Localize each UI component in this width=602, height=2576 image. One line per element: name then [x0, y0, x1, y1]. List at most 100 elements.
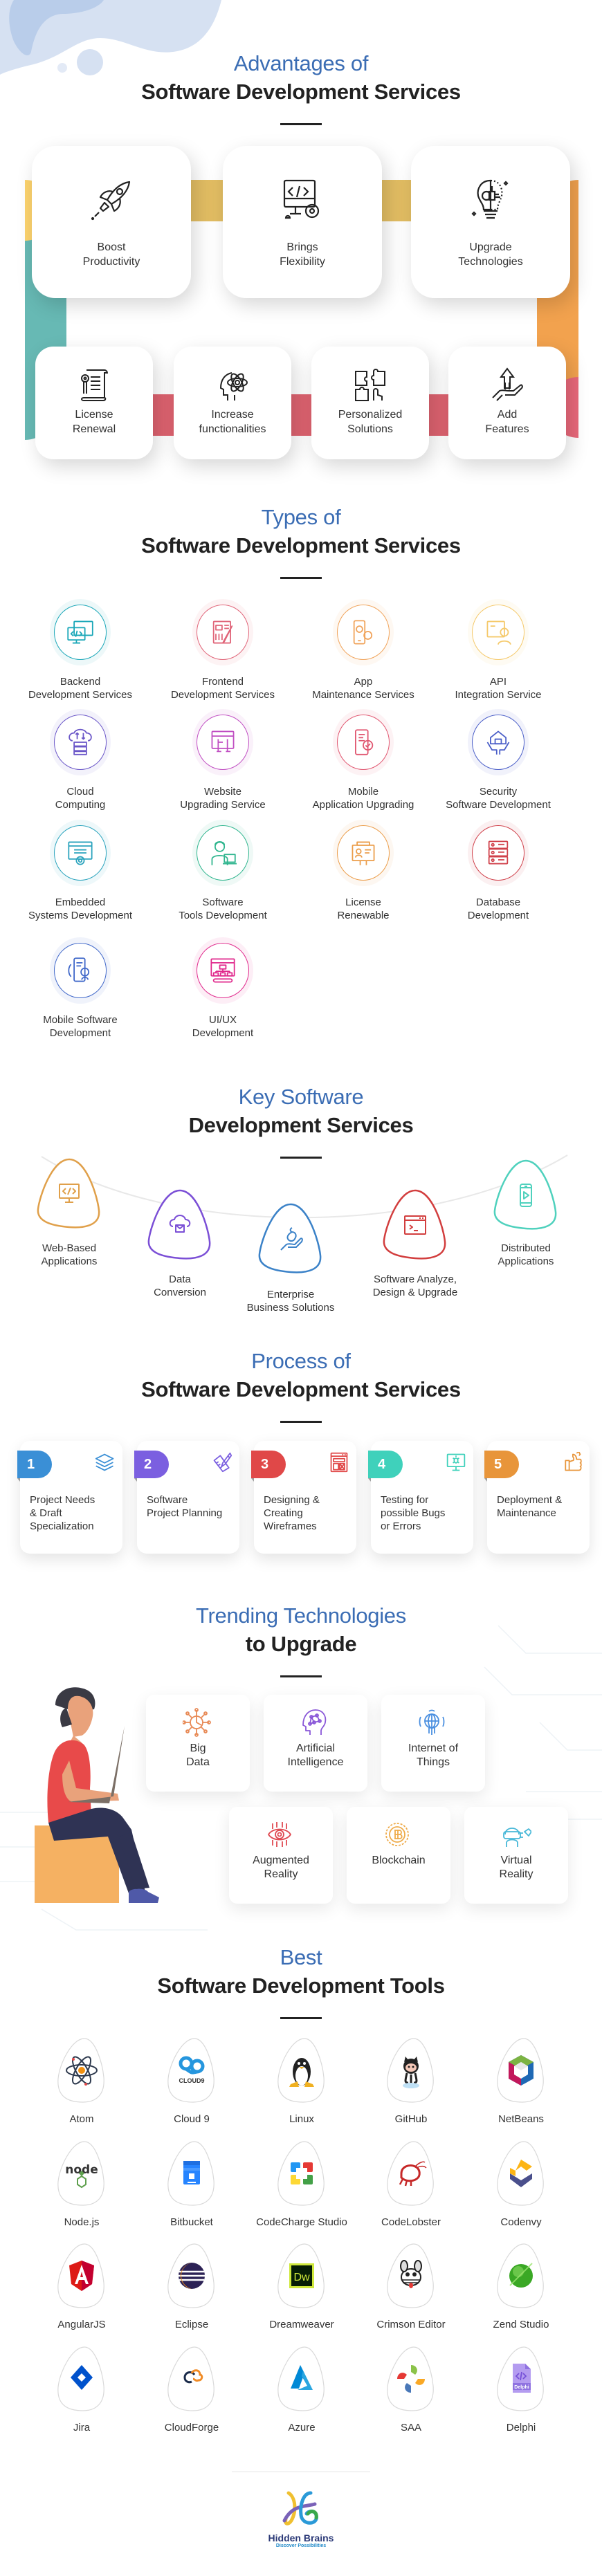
service-type-icon: [353, 620, 373, 645]
tool-item[interactable]: GitHub: [356, 2036, 466, 2126]
infographic-page: Advantages of Software Development Servi…: [0, 0, 602, 2576]
type-icon-ring: [472, 825, 525, 881]
key-service-shape: [383, 1189, 446, 1260]
types-title-line2: Software Development Services: [141, 533, 461, 558]
process-step-card: 4 Testing for possible Bugs or Errors: [368, 1441, 473, 1554]
advantage-card-brings-flexibility: Brings Flexibility: [223, 146, 382, 298]
type-icon-halo: [192, 937, 253, 1004]
trending-label-line2: Reality: [499, 1868, 533, 1880]
tool-item[interactable]: CodeLobster: [356, 2139, 466, 2229]
type-icon-halo: [50, 820, 111, 886]
key-services-title-line2: Development Services: [188, 1113, 414, 1137]
process-step-number: 3: [251, 1451, 286, 1482]
tool-item[interactable]: SAA: [356, 2344, 466, 2434]
tool-item[interactable]: CloudForge: [136, 2344, 247, 2434]
type-item: UI/UX Development: [154, 937, 292, 1040]
tool-item[interactable]: CLOUD9 Cloud 9: [136, 2036, 247, 2126]
brand-name: Hidden Brains: [268, 2532, 334, 2543]
process-step-label: Deployment & Maintenance: [497, 1493, 585, 1520]
brand-tagline: Discover Possibilities: [275, 2543, 327, 2548]
process-step-label-line: Project Planning: [147, 1507, 223, 1519]
certificate-scroll-icon: [81, 369, 109, 401]
advantage-label-line2: Flexibility: [280, 256, 325, 268]
type-icon-halo: [50, 709, 111, 775]
tool-item[interactable]: Zend Studio: [466, 2241, 576, 2331]
delphi-logo-icon: Delphi: [497, 2346, 544, 2411]
type-icon-ring: [54, 943, 107, 998]
lightbulb-circuit-icon: [471, 179, 509, 219]
type-label-line1: Embedded: [55, 896, 106, 908]
type-label-line1: Mobile: [347, 786, 379, 798]
type-label-line1: Database: [475, 896, 521, 908]
type-item: Database Development: [429, 820, 567, 922]
trending-label-line1: Virtual: [500, 1855, 532, 1866]
hidden-brains-logo-mark: [282, 2491, 318, 2526]
type-label-line2: Application Upgrading: [312, 799, 414, 811]
type-item: Software Tools Development: [154, 820, 292, 922]
type-label-line2: Development Services: [28, 689, 133, 701]
type-label-line2: Development Services: [170, 689, 275, 701]
hidden-brains-logo[interactable]: Hidden Brains Discover Possibilities: [266, 2490, 336, 2548]
type-icon-ring: [337, 605, 390, 660]
service-type-icon: [486, 730, 510, 755]
process-title-line2: Software Development Services: [141, 1377, 461, 1401]
trending-title-line1: Trending Technologies: [196, 1603, 406, 1628]
service-type-icon: [486, 620, 511, 645]
tool-item[interactable]: Crimson Editor: [356, 2241, 466, 2331]
type-item: Embedded Systems Development: [11, 820, 149, 922]
bitbucket-logo-icon: [167, 2141, 215, 2206]
process-step-label-line: & Draft: [30, 1507, 62, 1519]
puzzle-hand-icon: [355, 369, 385, 401]
process-step-label-line: Specialization: [30, 1520, 94, 1532]
advantages-title-line2: Software Development Services: [141, 80, 461, 104]
tool-item[interactable]: Azure: [246, 2344, 357, 2434]
type-item: Website Upgrading Service: [154, 709, 292, 811]
process-title: Process of Software Development Services: [0, 1347, 602, 1423]
type-icon-halo: [468, 599, 529, 665]
jira-logo-icon: [57, 2346, 104, 2411]
trending-title: Trending Technologies to Upgrade: [0, 1602, 602, 1677]
process-step-label-line: Software: [147, 1494, 188, 1506]
type-item: Mobile Application Upgrading: [294, 709, 432, 811]
trending-tech-card: Virtual Reality: [464, 1807, 568, 1904]
process-step-label: Project Needs & Draft Specialization: [30, 1493, 118, 1533]
tools-title-line2: Software Development Tools: [157, 1974, 445, 1998]
trending-label-line1: Blockchain: [372, 1855, 426, 1866]
advantage-label-line1: Brings: [286, 241, 318, 253]
key-service-label: Web-Based Applications: [7, 1242, 131, 1268]
type-icon-halo: [333, 599, 394, 665]
type-label-line1: App: [354, 676, 373, 688]
key-service-label: Enterprise Business Solutions: [228, 1288, 353, 1314]
tool-item[interactable]: node Node.js: [26, 2139, 137, 2229]
key-service-shape: [37, 1158, 100, 1229]
trending-label-line2: Data: [186, 1756, 210, 1768]
type-label-line1: Backend: [60, 676, 101, 688]
atom-logo-icon: [57, 2038, 104, 2103]
ai-brain-icon: [302, 1709, 327, 1735]
trending-tech-card: Augmented Reality: [229, 1807, 333, 1904]
zend-studio-logo-icon: [497, 2243, 544, 2308]
tool-item[interactable]: Jira: [26, 2344, 137, 2434]
tool-item[interactable]: CodeCharge Studio: [246, 2139, 357, 2229]
key-service-item: [118, 1186, 242, 1262]
advantage-card-boost-productivity: Boost Productivity: [32, 146, 191, 298]
tool-item[interactable]: Atom: [26, 2036, 137, 2126]
key-service-label-line2: Business Solutions: [246, 1302, 335, 1314]
tool-item[interactable]: Linux: [246, 2036, 357, 2126]
tool-name: Dreamweaver: [269, 2319, 334, 2330]
tool-item[interactable]: Dw Dreamweaver: [246, 2241, 357, 2331]
tool-item[interactable]: Eclipse: [136, 2241, 247, 2331]
title-divider: [280, 1421, 322, 1423]
key-service-label-line2: Conversion: [154, 1287, 206, 1298]
tool-item[interactable]: NetBeans: [466, 2036, 576, 2126]
trending-label-line1: Internet of: [408, 1742, 459, 1754]
advantage-card-add-features: Add Features: [448, 347, 566, 459]
service-type-icon: [68, 957, 90, 982]
netbeans-logo-icon: [497, 2038, 544, 2103]
advantage-label-line2: Features: [485, 423, 529, 435]
tool-item[interactable]: Delphi Delphi: [466, 2344, 576, 2434]
tool-item[interactable]: Bitbucket: [136, 2139, 247, 2229]
process-step-label-line: Creating: [264, 1507, 303, 1519]
tool-item[interactable]: Codenvy: [466, 2139, 576, 2229]
tool-item[interactable]: AngularJS: [26, 2241, 137, 2331]
